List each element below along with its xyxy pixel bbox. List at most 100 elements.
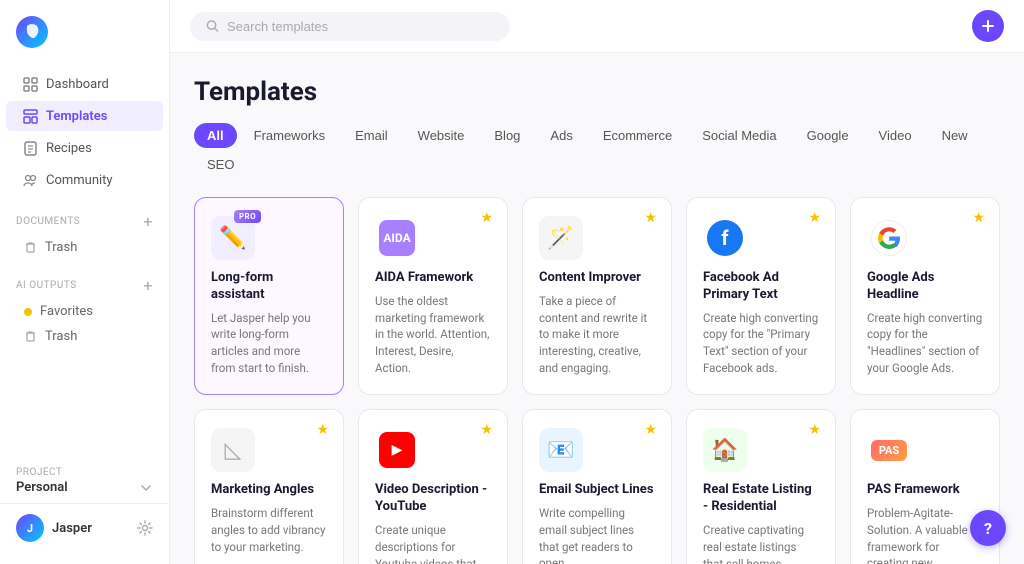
star-icon-email[interactable]: ★ [644,422,657,438]
tab-frameworks[interactable]: Frameworks [241,123,339,148]
add-document-button[interactable]: + [143,212,153,231]
sidebar-item-dashboard-label: Dashboard [46,77,109,92]
card-icon-aida: AIDA [375,216,419,260]
app-logo [0,12,169,68]
sidebar-item-community[interactable]: Community [6,165,163,195]
sidebar-item-favorites[interactable]: Favorites [0,299,169,324]
main-content: Templates All Frameworks Email Website B… [170,0,1024,564]
card-title-aida: AIDA Framework [375,270,491,287]
tab-new[interactable]: New [929,123,981,148]
card-content-improver[interactable]: ★ 🪄 Content Improver Take a piece of con… [522,197,672,395]
card-icon-google [867,216,911,260]
sidebar-item-recipes[interactable]: Recipes [6,133,163,163]
star-icon-marketing[interactable]: ★ [316,422,329,438]
card-icon-real-estate: 🏠 [703,428,747,472]
sidebar-item-dashboard[interactable]: Dashboard [6,69,163,99]
card-title-facebook: Facebook Ad Primary Text [703,270,819,304]
recipes-icon [22,140,38,156]
tab-google[interactable]: Google [794,123,862,148]
trash-icon [24,241,37,254]
plus-icon [981,19,995,33]
pas-badge: PAS [871,440,907,461]
card-title-marketing: Marketing Angles [211,482,327,499]
card-marketing-angles[interactable]: ★ ◺ Marketing Angles Brainstorm differen… [194,409,344,564]
star-icon-google[interactable]: ★ [972,210,985,226]
filter-tabs: All Frameworks Email Website Blog Ads Ec… [194,123,1000,177]
gear-icon[interactable] [137,520,153,536]
sidebar-item-community-label: Community [46,173,113,188]
avatar: J [16,514,44,542]
search-input[interactable] [227,19,494,34]
search-bar[interactable] [190,12,510,41]
star-icon-video[interactable]: ★ [480,422,493,438]
card-title-content-improver: Content Improver [539,270,655,287]
dashboard-icon [22,76,38,92]
aida-badge: AIDA [379,220,415,256]
card-desc-real-estate: Creative captivating real estate listing… [703,522,819,564]
card-google-ads[interactable]: ★ Google Ads Headline Create high conver… [850,197,1000,395]
topbar [170,0,1024,53]
add-ai-output-button[interactable]: + [143,276,153,295]
card-title-pas: PAS Framework [867,482,983,499]
star-icon-facebook[interactable]: ★ [808,210,821,226]
card-email-subject[interactable]: ★ 📧 Email Subject Lines Write compelling… [522,409,672,564]
sidebar-bottom: J Jasper [0,503,169,552]
tab-email[interactable]: Email [342,123,401,148]
card-long-form[interactable]: ✏️ PRO Long-form assistant Let Jasper he… [194,197,344,395]
card-title-google: Google Ads Headline [867,270,983,304]
card-icon-long-form: ✏️ PRO [211,216,255,260]
page-title: Templates [194,77,1000,107]
star-icon-content-improver[interactable]: ★ [644,210,657,226]
ai-outputs-section: AI outputs + [0,268,169,299]
project-label: PROJECT [0,463,169,478]
youtube-logo: ▶ [379,432,415,468]
pro-badge: PRO [234,210,261,223]
tab-ecommerce[interactable]: Ecommerce [590,123,685,148]
card-desc-video: Create unique descriptions for Youtube v… [375,522,491,564]
sidebar-item-templates[interactable]: Templates [6,101,163,131]
user-info[interactable]: J Jasper [16,514,92,542]
search-icon [206,19,219,33]
sidebar-item-trash-ai-label: Trash [45,329,77,344]
tab-seo[interactable]: SEO [194,152,247,177]
sidebar: Dashboard Templates Recipes Community Do… [0,0,170,564]
sidebar-item-trash-docs[interactable]: Trash [0,235,169,260]
card-icon-video: ▶ [375,428,419,472]
card-desc-marketing: Brainstorm different angles to add vibra… [211,505,327,555]
star-icon-aida[interactable]: ★ [480,210,493,226]
card-desc-google: Create high converting copy for the "Hea… [867,310,983,377]
templates-grid: ✏️ PRO Long-form assistant Let Jasper he… [194,197,1000,564]
documents-section: Documents + [0,204,169,235]
card-desc-aida: Use the oldest marketing framework in th… [375,293,491,376]
card-real-estate[interactable]: ★ 🏠 Real Estate Listing - Residential Cr… [686,409,836,564]
sidebar-item-trash-ai[interactable]: Trash [0,324,169,349]
topbar-right [972,10,1004,42]
project-name: Personal [0,478,169,503]
card-icon-pas: PAS [867,428,911,472]
card-video-desc[interactable]: ★ ▶ Video Description - YouTube Create u… [358,409,508,564]
card-title-email: Email Subject Lines [539,482,655,499]
card-desc-long-form: Let Jasper help you write long-form arti… [211,310,327,377]
tab-all[interactable]: All [194,123,237,148]
card-desc-content-improver: Take a piece of content and rewrite it t… [539,293,655,376]
tab-website[interactable]: Website [405,123,478,148]
community-icon [22,172,38,188]
card-title-long-form: Long-form assistant [211,270,327,304]
add-template-button[interactable] [972,10,1004,42]
card-facebook-ad[interactable]: ★ f Facebook Ad Primary Text Create high… [686,197,836,395]
help-button[interactable]: ? [970,510,1006,546]
tab-video[interactable]: Video [866,123,925,148]
sidebar-item-trash-docs-label: Trash [45,240,77,255]
tab-social-media[interactable]: Social Media [689,123,789,148]
star-icon-real-estate[interactable]: ★ [808,422,821,438]
card-icon-marketing: ◺ [211,428,255,472]
user-name: Jasper [52,521,92,536]
chevron-down-icon [139,481,153,495]
google-logo [871,220,907,256]
tab-ads[interactable]: Ads [537,123,585,148]
templates-icon [22,108,38,124]
card-icon-email: 📧 [539,428,583,472]
tab-blog[interactable]: Blog [481,123,533,148]
favorites-dot [24,308,32,316]
card-aida[interactable]: ★ AIDA AIDA Framework Use the oldest mar… [358,197,508,395]
